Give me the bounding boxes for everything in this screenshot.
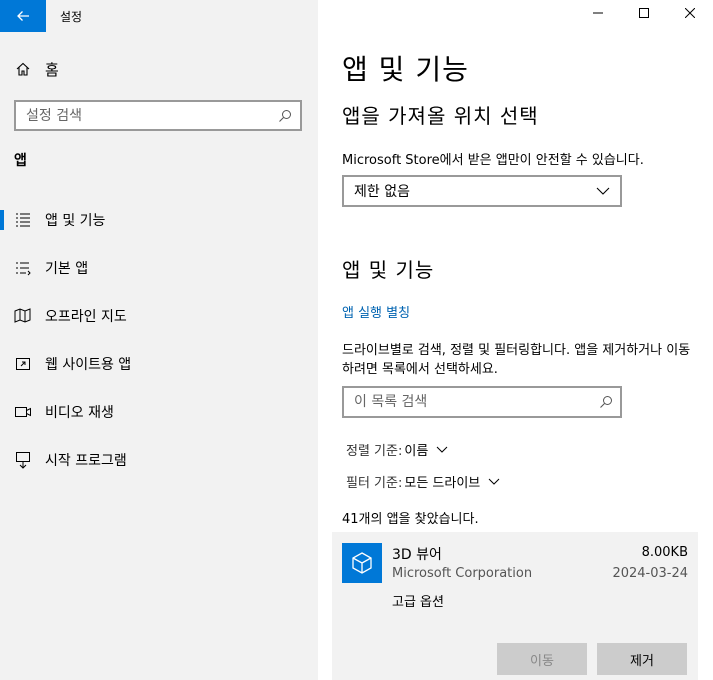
chevron-down-icon bbox=[436, 446, 448, 453]
sidebar-item-video-playback[interactable]: 비디오 재생 bbox=[0, 388, 318, 436]
nav-home[interactable]: 홈 bbox=[0, 52, 318, 86]
sidebar-item-label: 시작 프로그램 bbox=[45, 453, 127, 469]
close-button[interactable] bbox=[667, 0, 713, 26]
app-list-search-input[interactable] bbox=[344, 388, 592, 416]
app-list-search-box[interactable] bbox=[342, 386, 622, 418]
video-playback-icon bbox=[14, 403, 32, 421]
advanced-options-link[interactable]: 고급 옵션 bbox=[392, 591, 444, 610]
sort-label: 정렬 기준: bbox=[346, 444, 403, 459]
sidebar-item-apps-features[interactable]: 앱 및 기능 bbox=[0, 196, 318, 244]
default-apps-icon bbox=[14, 259, 32, 277]
sort-by-dropdown[interactable]: 정렬 기준: 이름 bbox=[346, 440, 448, 459]
minimize-icon bbox=[593, 12, 603, 14]
apps-found-count: 41개의 앱을 찾았습니다. bbox=[342, 512, 479, 527]
filter-by-dropdown[interactable]: 필터 기준: 모든 드라이브 bbox=[346, 472, 500, 491]
sidebar-nav-list: 앱 및 기능 기본 앱 오프라인 지도 웹 사이트용 앱 비디오 재생 시작 프… bbox=[0, 196, 318, 484]
window-controls bbox=[575, 0, 713, 26]
install-source-heading: 앱을 가져올 위치 선택 bbox=[342, 104, 539, 128]
sidebar-item-label: 비디오 재생 bbox=[45, 405, 114, 421]
sidebar-item-offline-maps[interactable]: 오프라인 지도 bbox=[0, 292, 318, 340]
app-install-date: 2024-03-24 bbox=[612, 566, 688, 581]
sidebar-item-label: 앱 및 기능 bbox=[45, 213, 106, 229]
settings-search-input[interactable] bbox=[16, 102, 270, 129]
chevron-down-icon bbox=[596, 183, 610, 199]
sidebar: 설정 홈 앱 앱 및 기능 기본 앱 오프 bbox=[0, 0, 318, 680]
apps-features-icon bbox=[14, 211, 32, 229]
chevron-down-icon bbox=[488, 478, 500, 485]
sort-value: 이름 bbox=[404, 444, 429, 459]
app-list-item-selected[interactable]: 3D 뷰어 Microsoft Corporation 8.00KB 2024-… bbox=[332, 532, 698, 680]
sidebar-item-label: 오프라인 지도 bbox=[45, 309, 127, 325]
search-icon[interactable] bbox=[270, 109, 300, 123]
settings-search-box[interactable] bbox=[14, 100, 302, 131]
app-size: 8.00KB bbox=[641, 545, 688, 560]
home-icon bbox=[15, 61, 31, 77]
apps-features-heading: 앱 및 기능 bbox=[342, 258, 435, 282]
apps-list-description: 드라이브별로 검색, 정렬 및 필터링합니다. 앱을 제거하거나 이동하려면 목… bbox=[342, 343, 691, 377]
section-title: 앱 bbox=[14, 153, 27, 169]
move-button[interactable]: 이동 bbox=[497, 643, 587, 675]
sidebar-item-startup[interactable]: 시작 프로그램 bbox=[0, 436, 318, 484]
main-content: 앱 및 기능 앱을 가져올 위치 선택 Microsoft Store에서 받은… bbox=[318, 0, 713, 680]
filter-label: 필터 기준: bbox=[346, 476, 403, 491]
page-title: 앱 및 기능 bbox=[342, 53, 469, 86]
sidebar-item-default-apps[interactable]: 기본 앱 bbox=[0, 244, 318, 292]
minimize-button[interactable] bbox=[575, 0, 621, 26]
apps-for-websites-icon bbox=[14, 355, 32, 373]
app-execution-aliases-link[interactable]: 앱 실행 별칭 bbox=[342, 302, 410, 321]
offline-maps-icon bbox=[14, 307, 32, 325]
install-source-dropdown[interactable]: 제한 없음 bbox=[342, 175, 622, 207]
back-button[interactable] bbox=[0, 0, 46, 32]
filter-value: 모든 드라이브 bbox=[404, 476, 481, 491]
3d-viewer-app-icon bbox=[342, 543, 382, 583]
sidebar-item-label: 기본 앱 bbox=[45, 261, 89, 277]
maximize-icon bbox=[639, 8, 649, 18]
install-source-description: Microsoft Store에서 받은 앱만이 안전할 수 있습니다. bbox=[342, 153, 644, 168]
close-icon bbox=[685, 8, 695, 18]
sidebar-item-label: 웹 사이트용 앱 bbox=[45, 357, 132, 373]
title-bar: 설정 bbox=[0, 0, 318, 32]
maximize-button[interactable] bbox=[621, 0, 667, 26]
window-title: 설정 bbox=[60, 9, 83, 24]
startup-icon bbox=[14, 451, 32, 469]
search-icon[interactable] bbox=[592, 395, 620, 409]
back-arrow-icon bbox=[17, 11, 29, 21]
app-name: 3D 뷰어 bbox=[392, 547, 442, 563]
dropdown-value: 제한 없음 bbox=[354, 184, 410, 200]
uninstall-button[interactable]: 제거 bbox=[597, 643, 687, 675]
sidebar-item-apps-for-websites[interactable]: 웹 사이트용 앱 bbox=[0, 340, 318, 388]
app-publisher: Microsoft Corporation bbox=[392, 566, 533, 581]
home-label: 홈 bbox=[45, 60, 59, 79]
